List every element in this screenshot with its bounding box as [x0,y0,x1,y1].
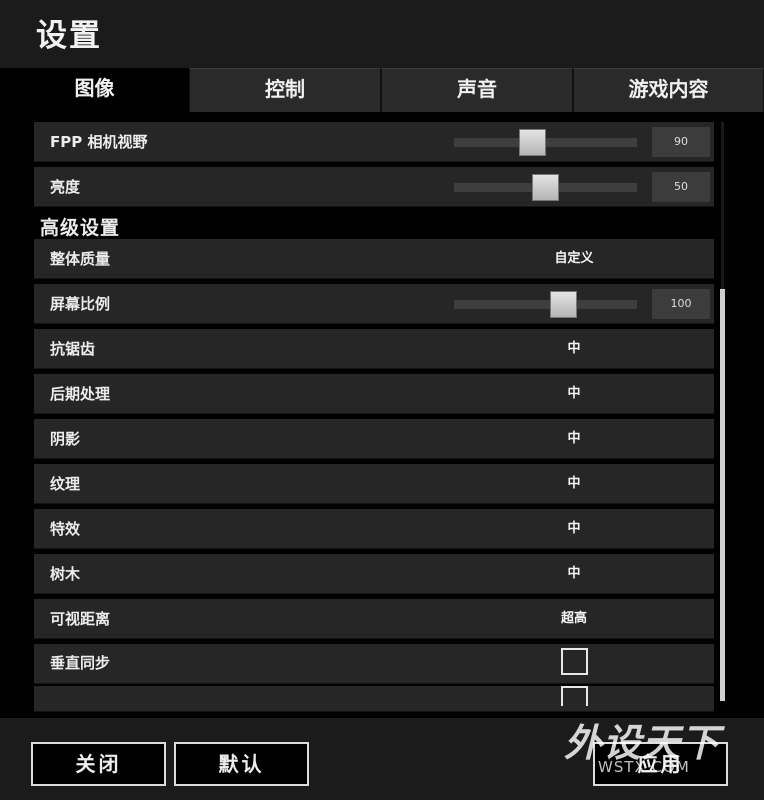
overall-quality-value[interactable]: 自定义 [464,239,684,279]
setting-row-screen-scale: 屏幕比例 100 [34,284,714,324]
setting-row-brightness: 亮度 50 [34,167,714,207]
setting-row-anti-aliasing[interactable]: 抗锯齿 中 [34,329,714,369]
setting-row-partial [34,686,714,712]
title-bar: 设置 [0,0,764,68]
vsync-checkbox[interactable] [561,648,588,675]
setting-row-fov: FPP 相机视野 90 [34,122,714,162]
shadows-value[interactable]: 中 [464,419,684,459]
setting-row-overall-quality[interactable]: 整体质量 自定义 [34,239,714,279]
post-processing-label: 后期处理 [50,385,111,403]
effects-label: 特效 [50,520,81,538]
view-distance-value[interactable]: 超高 [464,599,684,639]
tab-sound[interactable]: 声音 [381,68,573,112]
footer-bar: 关闭 默认 应用 [0,718,764,800]
shadows-label: 阴影 [50,430,81,448]
post-processing-value[interactable]: 中 [464,374,684,414]
fov-slider-thumb[interactable] [519,129,547,156]
effects-value[interactable]: 中 [464,509,684,549]
close-button[interactable]: 关闭 [31,742,166,786]
fov-value-box[interactable]: 90 [652,127,710,157]
screen-scale-slider-track[interactable] [454,300,637,309]
screen-scale-value-box[interactable]: 100 [652,289,710,319]
setting-row-post-processing[interactable]: 后期处理 中 [34,374,714,414]
foliage-value[interactable]: 中 [464,554,684,594]
brightness-value-box[interactable]: 50 [652,172,710,202]
setting-row-shadows[interactable]: 阴影 中 [34,419,714,459]
fov-label: FPP 相机视野 [50,133,148,151]
scrollbar-thumb[interactable] [720,289,725,701]
page-title: 设置 [36,18,102,54]
anti-aliasing-value[interactable]: 中 [464,329,684,369]
apply-button[interactable]: 应用 [593,742,728,786]
setting-row-vsync: 垂直同步 [34,644,714,684]
setting-row-effects[interactable]: 特效 中 [34,509,714,549]
textures-label: 纹理 [50,475,81,493]
tab-gameplay[interactable]: 游戏内容 [573,68,764,112]
tab-graphics[interactable]: 图像 [0,68,189,112]
textures-value[interactable]: 中 [464,464,684,504]
partial-checkbox[interactable] [561,686,588,706]
tab-controls[interactable]: 控制 [189,68,381,112]
overall-quality-label: 整体质量 [50,250,111,268]
advanced-settings-heading: 高级设置 [40,217,121,239]
setting-row-foliage[interactable]: 树木 中 [34,554,714,594]
foliage-label: 树木 [50,565,81,583]
brightness-slider-thumb[interactable] [532,174,559,201]
tab-bar: 图像 控制 声音 游戏内容 [0,68,764,112]
screen-scale-slider-thumb[interactable] [550,291,578,318]
setting-row-view-distance[interactable]: 可视距离 超高 [34,599,714,639]
settings-panel[interactable]: FPP 相机视野 90 亮度 50 高级设置 整体质量 自定义 屏幕比例 100… [0,112,764,718]
vsync-label: 垂直同步 [50,654,111,672]
setting-row-textures[interactable]: 纹理 中 [34,464,714,504]
view-distance-label: 可视距离 [50,610,111,628]
anti-aliasing-label: 抗锯齿 [50,340,96,358]
screen-scale-label: 屏幕比例 [50,295,111,313]
default-button[interactable]: 默认 [174,742,309,786]
brightness-label: 亮度 [50,178,81,196]
